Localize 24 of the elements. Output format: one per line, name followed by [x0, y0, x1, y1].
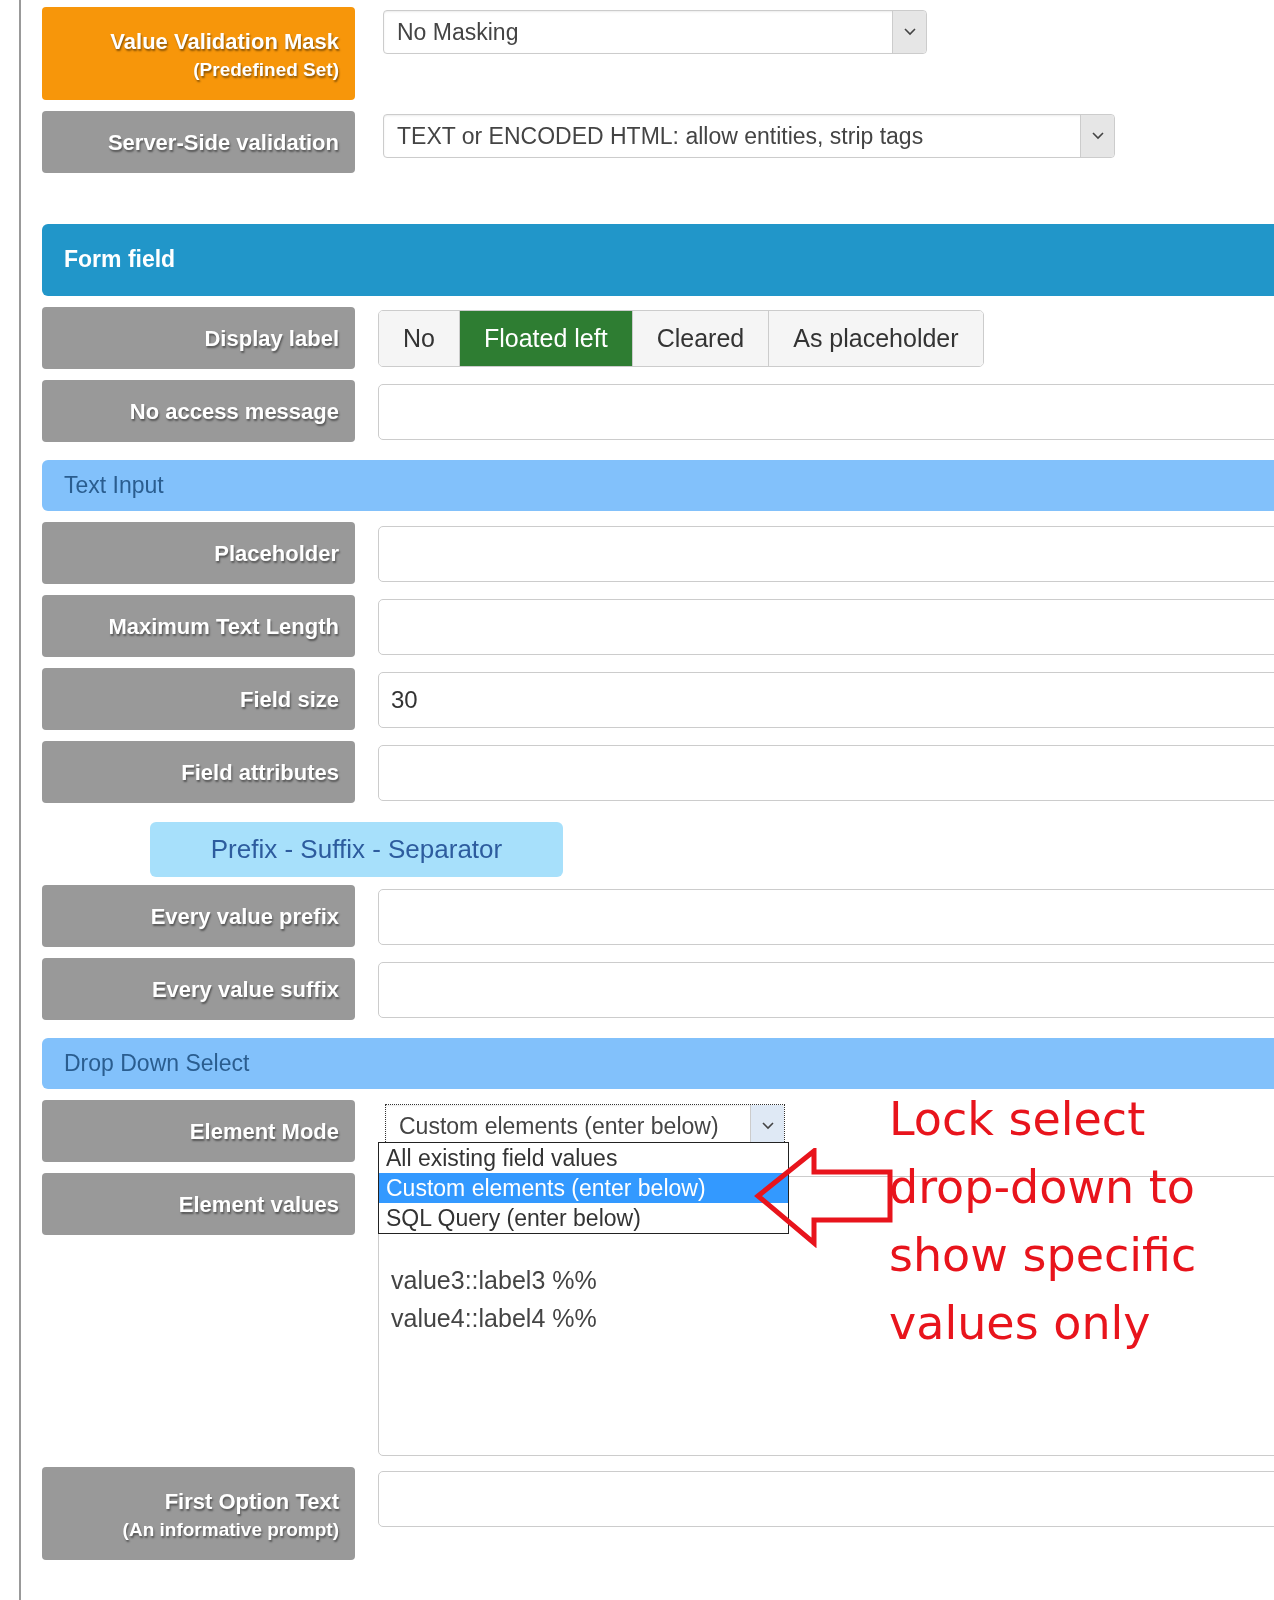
- section-header: Form field: [42, 224, 1274, 296]
- label-text: First Option Text: [164, 1488, 339, 1515]
- field-label: Element values: [42, 1173, 355, 1235]
- field-label: Server-Side validation: [42, 111, 355, 173]
- field-label: No access message: [42, 379, 355, 442]
- field-label: Field size: [42, 668, 355, 731]
- label-text: Value Validation Mask: [110, 28, 339, 55]
- field-label: Element Mode: [42, 1100, 355, 1162]
- field-label: Every value suffix: [42, 957, 355, 1020]
- annotation-text: values only: [889, 1295, 1151, 1352]
- label-hint: (An informative prompt): [122, 1518, 339, 1541]
- field-label: Placeholder: [42, 522, 355, 585]
- field-label: Every value prefix: [42, 884, 355, 947]
- annotation-text: Lock select: [889, 1091, 1146, 1148]
- field-label: Display label: [42, 306, 355, 369]
- field-label: Maximum Text Length: [42, 595, 355, 658]
- text-line: value3::label3 %%: [391, 1267, 597, 1293]
- label-hint: (Predefined Set): [193, 58, 339, 81]
- section-header: Text Input: [42, 459, 1274, 512]
- text-line: value4::label4 %%: [391, 1305, 597, 1331]
- section-header: Drop Down Select: [42, 1037, 1274, 1089]
- field-label: Field attributes: [42, 741, 355, 804]
- annotation-text: drop-down to: [889, 1159, 1195, 1216]
- annotation-text: show specific: [889, 1227, 1197, 1284]
